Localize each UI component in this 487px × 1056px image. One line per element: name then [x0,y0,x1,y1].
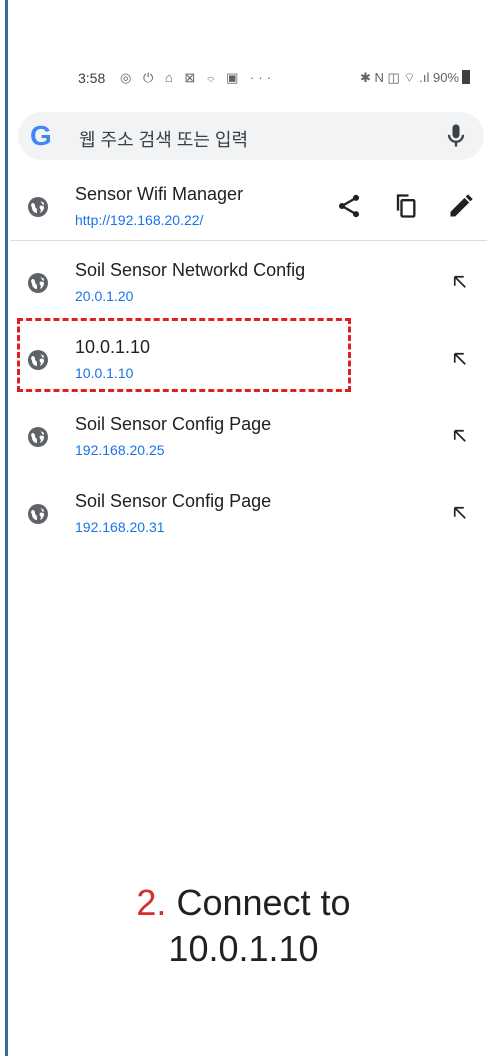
globe-icon [28,427,48,447]
status-time: 3:58 [78,70,106,86]
battery-icon [462,70,470,84]
globe-icon [28,273,48,293]
status-bar: 3:58 ◎ ⏻ ⌂ ⊠ ⌔ ▣ ··· ✱ N ◫ ⌔ .ıl 90% [78,70,478,94]
system-icons: ✱ N ◫ ⌔ .ıl 90% [360,70,470,86]
highlight-box [17,318,351,392]
edit-pencil-icon[interactable] [447,192,475,220]
insert-arrow-icon[interactable] [451,427,469,445]
copy-icon[interactable] [391,192,419,220]
suggestion-title: Soil Sensor Config Page [75,414,272,434]
divider [10,240,487,241]
suggestion-url: 192.168.20.25 [75,442,165,458]
current-page-url: http://192.168.20.22/ [75,212,204,228]
caption-text: Connect to [176,882,351,923]
connectivity-icons: ✱ N ◫ ⌔ .ıl [360,70,430,85]
microphone-icon[interactable] [442,122,470,150]
suggestion-url: 20.0.1.20 [75,288,134,304]
address-input[interactable]: 웹 주소 검색 또는 입력 [79,126,248,152]
caption-line-2: 10.0.1.10 [168,928,319,969]
step-number: 2. [136,882,167,923]
google-logo-icon: G [30,120,52,151]
current-page-row[interactable]: Sensor Wifi Manager http://192.168.20.22… [10,178,487,240]
step-caption: 2. Connect to 10.0.1.10 [0,880,487,972]
suggestion-title: Soil Sensor Config Page [75,491,272,511]
globe-icon [28,504,48,524]
insert-arrow-icon[interactable] [451,504,469,522]
suggestion-url: 192.168.20.31 [75,519,165,535]
suggestion-row[interactable]: Soil Sensor Config Page 192.168.20.25 [10,408,487,470]
suggestion-row[interactable]: Soil Sensor Config Page 192.168.20.31 [10,485,487,547]
insert-arrow-icon[interactable] [451,273,469,291]
suggestion-title: Soil Sensor Networkd Config [75,260,306,280]
caption-line-1: 2. Connect to [0,880,487,926]
globe-icon [28,197,48,217]
battery-percent: 90% [432,70,459,85]
current-page-title: Sensor Wifi Manager [75,184,244,204]
share-icon[interactable] [335,192,363,220]
insert-arrow-icon[interactable] [451,350,469,368]
address-bar[interactable]: G 웹 주소 검색 또는 입력 [18,112,484,160]
suggestion-row[interactable]: Soil Sensor Networkd Config 20.0.1.20 [10,254,487,316]
notification-icons: ◎ ⏻ ⌂ ⊠ ⌔ ▣ ··· [120,70,276,85]
